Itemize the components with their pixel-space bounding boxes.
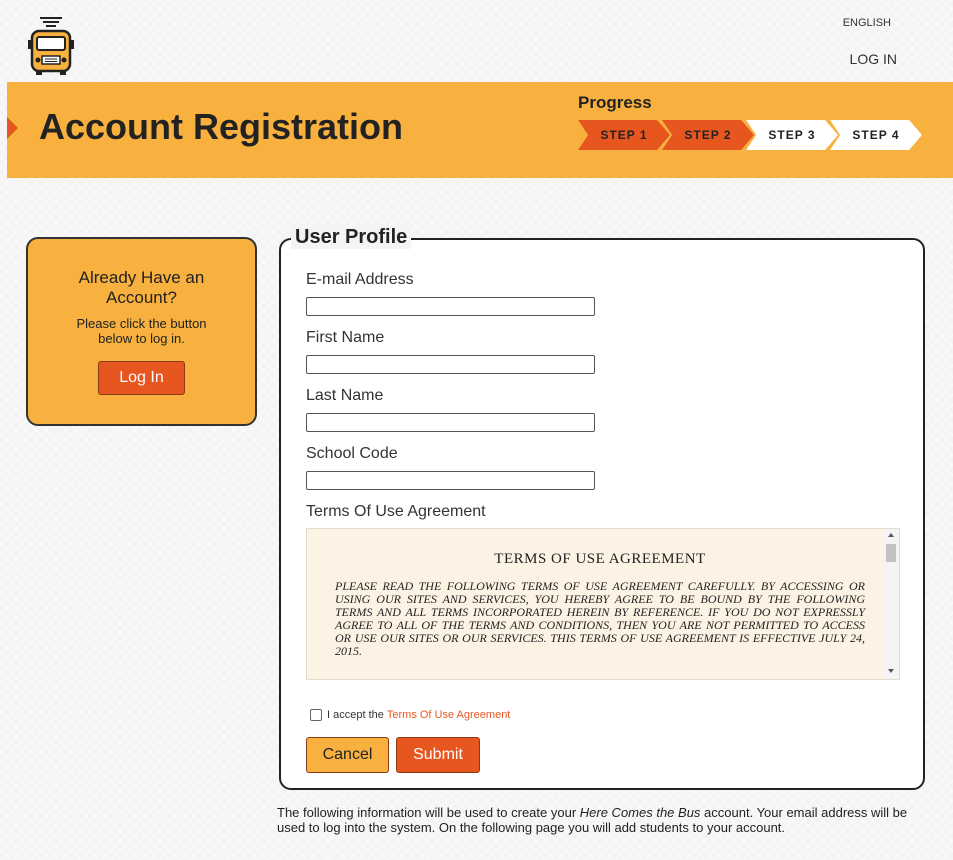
step-3: STEP 3 — [746, 120, 838, 150]
last-name-field[interactable] — [306, 413, 595, 432]
terms-content: TERMS OF USE AGREEMENT PLEASE READ THE F… — [335, 551, 865, 658]
existing-account-heading: Already Have an Account? — [78, 268, 205, 307]
terms-scrollbar[interactable] — [883, 529, 899, 679]
top-bar: ENGLISH LOG IN — [0, 0, 953, 82]
accept-terms-checkbox[interactable] — [310, 709, 322, 721]
scroll-down-icon[interactable] — [888, 669, 894, 673]
accept-terms-row: I accept the Terms Of Use Agreement — [310, 709, 510, 721]
scroll-thumb[interactable] — [886, 544, 896, 562]
first-name-label: First Name — [306, 329, 385, 346]
existing-account-panel: Already Have an Account? Please click th… — [26, 237, 257, 426]
banner-arrow-icon — [7, 117, 18, 139]
existing-account-text: Please click the button below to log in. — [76, 316, 207, 346]
last-name-label: Last Name — [306, 387, 384, 404]
submit-button[interactable]: Submit — [396, 737, 480, 773]
form-legend: User Profile — [291, 226, 412, 249]
progress-label: Progress — [578, 93, 652, 112]
step-4: STEP 4 — [830, 120, 922, 150]
footer-note: The following information will be used t… — [277, 805, 927, 835]
terms-title: TERMS OF USE AGREEMENT — [494, 551, 706, 567]
step-2: STEP 2 — [662, 120, 754, 150]
school-code-label: School Code — [306, 445, 398, 462]
terms-scroll-box[interactable]: TERMS OF USE AGREEMENT PLEASE READ THE F… — [306, 528, 900, 680]
brand-name: Here Comes the Bus — [579, 805, 701, 820]
footer-note-start: The following information will be used t… — [277, 805, 580, 820]
terms-label: Terms Of Use Agreement — [306, 503, 486, 520]
header-login-link[interactable]: LOG IN — [850, 51, 897, 67]
page-title: Account Registration — [39, 106, 404, 147]
scroll-up-icon[interactable] — [888, 533, 894, 537]
terms-link[interactable]: Terms Of Use Agreement — [387, 709, 511, 721]
school-code-field[interactable] — [306, 471, 595, 490]
step-1: STEP 1 — [578, 120, 670, 150]
language-selector[interactable]: ENGLISH — [843, 17, 891, 29]
user-profile-form: User Profile E-mail Address First Name L… — [279, 226, 925, 790]
first-name-field[interactable] — [306, 355, 595, 374]
cancel-button[interactable]: Cancel — [306, 737, 389, 773]
email-field[interactable] — [306, 297, 595, 316]
terms-body: PLEASE READ THE FOLLOWING TERMS OF USE A… — [335, 579, 865, 658]
school-bus-icon[interactable] — [26, 14, 76, 76]
registration-banner: Account Registration Progress STEP 1 STE… — [7, 82, 953, 178]
login-button[interactable]: Log In — [98, 361, 185, 395]
accept-terms-text: I accept the — [327, 709, 384, 721]
email-label: E-mail Address — [306, 271, 414, 288]
